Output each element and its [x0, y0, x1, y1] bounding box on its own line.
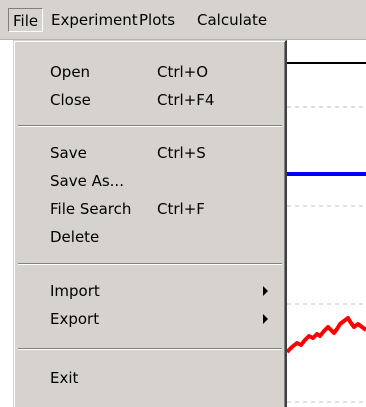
menu-separator	[18, 263, 282, 265]
menu-separator	[18, 348, 282, 350]
menu-item-export[interactable]: Export	[14, 305, 284, 333]
menu-plots[interactable]: Plots	[134, 8, 180, 32]
menu-item-label: Import	[50, 282, 100, 300]
submenu-arrow-icon	[263, 314, 268, 324]
menu-file[interactable]: File	[8, 8, 44, 32]
menu-separator	[18, 125, 282, 127]
menu-item-label: Close	[50, 91, 91, 109]
menu-item-import[interactable]: Import	[14, 277, 284, 305]
menu-experiment[interactable]: Experiment	[46, 8, 143, 32]
menu-item-save-as[interactable]: Save As...	[14, 167, 284, 195]
menu-item-label: File Search	[50, 200, 132, 218]
menu-item-label: Export	[50, 310, 100, 328]
menu-item-shortcut: Ctrl+F	[157, 200, 205, 218]
menu-item-file-search[interactable]: File Search Ctrl+F	[14, 195, 284, 223]
menu-item-label: Open	[50, 63, 91, 81]
menu-item-label: Exit	[50, 369, 79, 387]
menu-item-label: Delete	[50, 228, 100, 246]
menu-item-label: Save	[50, 144, 87, 162]
menu-item-label: Save As...	[50, 172, 124, 190]
menu-bar: File Experiment Plots Calculate	[0, 0, 366, 40]
menu-item-delete[interactable]: Delete	[14, 223, 284, 251]
file-menu-dropdown: Open Ctrl+O Close Ctrl+F4 Save Ctrl+S Sa…	[13, 40, 287, 407]
menu-item-exit[interactable]: Exit	[14, 364, 284, 392]
submenu-arrow-icon	[263, 286, 268, 296]
menu-item-close[interactable]: Close Ctrl+F4	[14, 86, 284, 114]
red-trace	[285, 316, 366, 354]
menu-item-save[interactable]: Save Ctrl+S	[14, 139, 284, 167]
menu-calculate[interactable]: Calculate	[192, 8, 272, 32]
menu-item-shortcut: Ctrl+F4	[157, 91, 215, 109]
menu-item-shortcut: Ctrl+S	[157, 144, 206, 162]
menu-item-open[interactable]: Open Ctrl+O	[14, 58, 284, 86]
menu-item-shortcut: Ctrl+O	[157, 63, 209, 81]
